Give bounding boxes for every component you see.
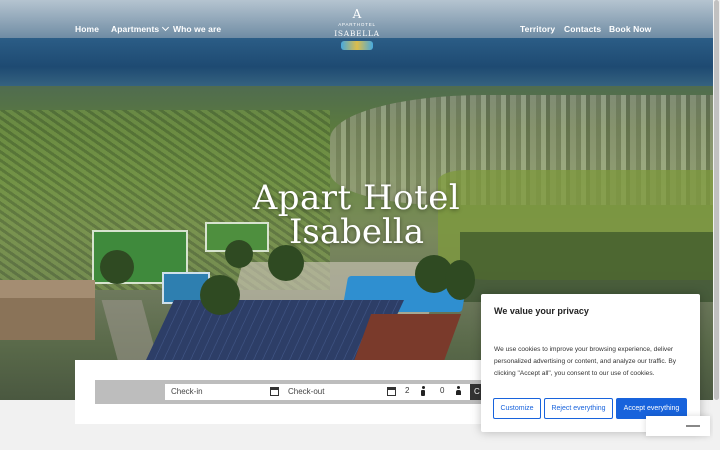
house-roof: [0, 280, 95, 298]
nav-apartments[interactable]: Apartments: [111, 23, 170, 34]
tree: [100, 250, 134, 284]
scrollbar-thumb[interactable]: [714, 0, 719, 400]
revisit-handle-icon: [686, 425, 700, 427]
checkin-field[interactable]: Check-in: [165, 384, 282, 400]
logo-subtitle: APARTHOTEL: [338, 22, 376, 27]
adults-count[interactable]: 2: [405, 386, 409, 395]
tile-roof: [352, 314, 462, 364]
customize-button[interactable]: Customize: [493, 398, 541, 419]
nav-contacts[interactable]: Contacts: [564, 24, 601, 34]
cookie-text: We use cookies to improve your browsing …: [494, 346, 677, 378]
hero-title-line2: Isabella: [288, 212, 425, 252]
tree: [200, 275, 240, 315]
logo-badge: [341, 41, 373, 50]
nav-territory[interactable]: Territory: [520, 24, 555, 34]
cookie-title: We value your privacy: [494, 306, 589, 316]
logo-mark: A: [352, 7, 362, 21]
cookie-revisit-widget[interactable]: [646, 416, 710, 436]
adult-icon: [420, 386, 426, 397]
checkout-field[interactable]: Check-out: [282, 384, 399, 400]
nav-who-we-are[interactable]: Who we are: [173, 24, 221, 34]
logo[interactable]: A APARTHOTEL ISABELLA: [334, 8, 380, 50]
nav-book-now[interactable]: Book Now: [609, 24, 651, 34]
nav-home[interactable]: Home: [75, 24, 99, 34]
chevron-down-icon: [162, 23, 170, 32]
tree: [445, 260, 475, 300]
child-icon: [455, 386, 461, 397]
calendar-icon[interactable]: [387, 387, 396, 396]
nav-apartments-label: Apartments: [111, 24, 160, 34]
calendar-icon[interactable]: [270, 387, 279, 396]
logo-name: ISABELLA: [334, 29, 380, 38]
cookie-consent-banner: We value your privacy We use cookies to …: [481, 294, 700, 432]
reject-all-button[interactable]: Reject everything: [544, 398, 613, 419]
children-count[interactable]: 0: [440, 386, 444, 395]
